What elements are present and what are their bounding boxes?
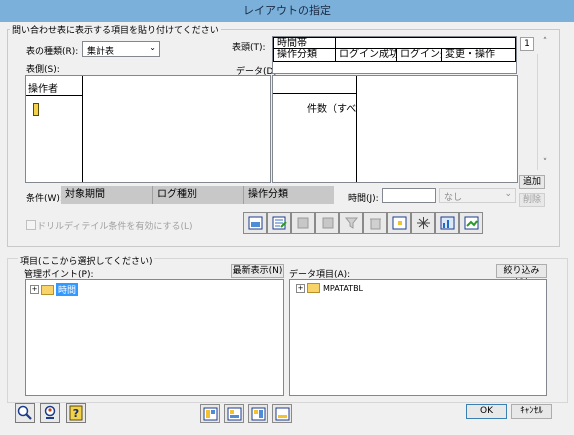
- data-item-tree[interactable]: + MPATATBL: [289, 279, 547, 396]
- time-select-value: なし: [444, 193, 463, 203]
- folder-icon: [41, 284, 54, 295]
- chevron-up-icon[interactable]: ˄: [539, 37, 551, 51]
- layout-preset-button[interactable]: [200, 404, 220, 423]
- layout-preset-button[interactable]: [224, 404, 244, 423]
- layout-preset-group: [200, 404, 292, 423]
- tree-item-label: 時間: [56, 283, 79, 296]
- page-number-box[interactable]: 1: [520, 37, 534, 51]
- properties-button[interactable]: [40, 403, 60, 423]
- folder-icon: [307, 283, 320, 293]
- condition-label: 条件(W):: [26, 194, 63, 204]
- table-side-header: 操作者: [28, 84, 58, 95]
- filter-button[interactable]: [339, 212, 363, 234]
- condition-cell[interactable]: 操作分類: [244, 186, 334, 204]
- layout-toolbar: [243, 212, 487, 234]
- data-grid-separator: [273, 93, 357, 94]
- table-side-label: 表側(S):: [26, 65, 60, 75]
- expand-button[interactable]: [411, 212, 435, 234]
- chevron-down-icon: ⌄: [504, 189, 512, 199]
- layout-cond-icon: [275, 407, 289, 420]
- place-item-icon: [248, 216, 262, 230]
- user-search-icon: [44, 405, 56, 419]
- data-cell: 件数（すべて）: [307, 104, 356, 115]
- table-side-grid[interactable]: 操作者: [25, 75, 271, 183]
- search-button[interactable]: [15, 403, 35, 423]
- paste-section-label: 問い合わせ表に表示する項目を貼り付けてください: [10, 23, 221, 36]
- time-input[interactable]: [382, 188, 436, 203]
- add-button[interactable]: 追加: [519, 175, 545, 189]
- drilldetail-checkbox[interactable]: [26, 220, 36, 230]
- move-left-icon: [297, 217, 308, 229]
- trash-icon: [369, 218, 381, 230]
- table-side-divider: [82, 76, 83, 182]
- vertical-scrollbar[interactable]: [537, 54, 551, 170]
- chart-button[interactable]: [435, 212, 459, 234]
- window-title: レイアウトの指定: [0, 0, 574, 22]
- tree-item-label: MPATATBL: [323, 283, 364, 293]
- time-label: 時間(J):: [348, 194, 379, 204]
- delete-button[interactable]: 削除: [519, 193, 545, 207]
- svg-text:?: ?: [73, 407, 79, 420]
- cancel-button[interactable]: ｷｬﾝｾﾙ: [511, 404, 552, 419]
- narrow-button[interactable]: 絞り込み(Q): [496, 264, 547, 288]
- table-side-separator: [26, 95, 82, 96]
- edit-layout-icon: [272, 216, 287, 230]
- move-right-button[interactable]: [315, 212, 339, 234]
- table-head-label: 表頭(T):: [232, 43, 266, 53]
- export-button[interactable]: [459, 212, 483, 234]
- help-button[interactable]: ?: [66, 403, 86, 423]
- table-type-label: 表の種類(R):: [26, 47, 79, 57]
- search-icon: [17, 405, 32, 420]
- move-left-button[interactable]: [291, 212, 315, 234]
- layout-top-icon: [203, 407, 217, 420]
- tree-item[interactable]: + MPATATBL: [296, 283, 363, 293]
- table-head-row2-cell: 変更・操作: [441, 48, 516, 62]
- data-grid[interactable]: 件数（すべて）: [272, 75, 518, 183]
- table-head-grid[interactable]: 時間帯 操作分類 ログイン成功 ログイン失敗 変更・操作: [272, 36, 517, 74]
- page-number: 1: [524, 39, 530, 49]
- ruler-icon: [33, 103, 39, 116]
- layout-data-icon: [251, 407, 265, 420]
- management-point-tree[interactable]: + 時間: [25, 279, 284, 396]
- table-head-row2-cell: ログイン失敗: [396, 48, 442, 62]
- layout-preset-button[interactable]: [248, 404, 268, 423]
- table-type-select[interactable]: 集計表 ⌄: [82, 41, 160, 57]
- delete-item-button[interactable]: [363, 212, 387, 234]
- help-icon: ?: [69, 405, 83, 421]
- drilldetail-checkbox-label: ドリルディテイル条件を有効にする(L): [37, 222, 193, 232]
- condition-cell[interactable]: ログ種別: [153, 186, 244, 204]
- data-grid-divider: [356, 76, 357, 182]
- export-icon: [464, 216, 478, 230]
- expand-icon: [416, 217, 430, 229]
- condition-bar[interactable]: 対象期間 ログ種別 操作分類: [61, 186, 334, 204]
- place-item-button[interactable]: [243, 212, 267, 234]
- expand-toggle-icon[interactable]: +: [296, 283, 305, 293]
- grid-icon: [392, 216, 406, 230]
- grid-button[interactable]: [387, 212, 411, 234]
- expand-toggle-icon[interactable]: +: [30, 285, 39, 294]
- filter-icon: [344, 217, 358, 229]
- chevron-down-icon: ⌄: [149, 43, 156, 52]
- table-type-value: 集計表: [87, 47, 115, 57]
- condition-cell[interactable]: 対象期間: [61, 186, 153, 204]
- table-head-row2-cell: ログイン成功: [335, 48, 397, 62]
- tree-item[interactable]: + 時間: [30, 283, 79, 296]
- ok-button[interactable]: OK: [466, 404, 507, 419]
- move-right-icon: [322, 217, 333, 229]
- time-select[interactable]: なし ⌄: [439, 188, 516, 203]
- items-section-label: 項目(ここから選択してください): [18, 254, 155, 267]
- layout-preset-button[interactable]: [272, 404, 292, 423]
- table-head-row2-cell: 操作分類: [273, 48, 336, 62]
- chart-icon: [440, 216, 454, 230]
- edit-layout-button[interactable]: [267, 212, 291, 234]
- chevron-down-icon[interactable]: ˅: [539, 158, 551, 168]
- layout-side-icon: [227, 407, 241, 420]
- refresh-button[interactable]: 最新表示(N): [231, 264, 284, 278]
